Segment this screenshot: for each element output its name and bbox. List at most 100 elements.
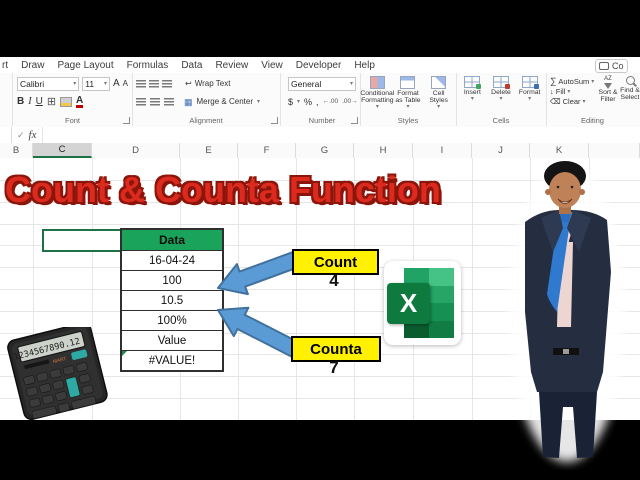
shrink-font-button[interactable]: A [123,79,128,88]
tab-insert-partial[interactable]: rt [2,60,8,71]
comments-button[interactable]: Co [595,59,628,73]
fill-color-button[interactable] [60,96,73,107]
clear-button[interactable]: ⌫ Clear ▾ [550,96,598,106]
error-indicator [122,351,127,356]
chevron-down-icon: ▾ [591,78,595,85]
editing-group: ∑ AutoSum ▾ ↓ Fill ▾ ⌫ Clear ▾ AZ Sort &… [546,73,640,126]
format-cells-icon [521,76,539,89]
font-color-button[interactable]: A [76,95,84,108]
dialog-launcher-icon[interactable] [351,117,358,124]
fill-button[interactable]: ↓ Fill ▾ [550,86,598,96]
autosum-button[interactable]: ∑ AutoSum ▾ [550,76,598,86]
tab-formulas[interactable]: Formulas [127,60,169,71]
cell-styles-label: Cell Styles [429,90,448,105]
sort-filter-label: Sort & Filter [598,89,618,104]
ribbon-tab-row: rt Draw Page Layout Formulas Data Review… [0,57,640,73]
tab-view[interactable]: View [261,60,283,71]
count-label: Count [313,253,358,271]
counta-value: 7 [329,358,339,377]
font-name-value: Calibri [20,78,45,89]
delete-cells-icon [492,76,510,89]
bold-button[interactable]: B [17,96,24,107]
merge-center-button[interactable]: Merge & Center [197,97,253,106]
chevron-down-icon: ▾ [470,96,474,103]
dialog-launcher-icon[interactable] [123,117,130,124]
cell-styles-icon [431,76,447,89]
fx-icon[interactable]: fx [29,129,37,141]
format-as-table-button[interactable]: Format as Table ▾ [393,76,423,112]
align-right-button[interactable] [164,97,174,106]
decrease-decimal-button[interactable]: .00→ [342,98,358,105]
delete-label: Delete [491,89,511,96]
cells-group: Insert ▾ Delete ▾ Format ▾ Cells [456,73,547,126]
delete-cells-button[interactable]: Delete ▾ [488,76,514,103]
currency-button[interactable]: $ [288,97,293,107]
conditional-formatting-button[interactable]: Conditional Formatting ▾ [360,76,395,112]
tab-developer[interactable]: Developer [296,60,342,71]
cell-styles-button[interactable]: Cell Styles ▾ [424,76,454,112]
dialog-launcher-icon[interactable] [271,117,278,124]
tab-help[interactable]: Help [354,60,375,71]
column-header-F[interactable]: F [238,143,296,158]
align-middle-button[interactable] [149,79,159,88]
chevron-down-icon: ▾ [437,104,441,111]
tab-draw[interactable]: Draw [21,60,44,71]
number-format-select[interactable]: General ▾ [288,76,356,91]
column-header-B[interactable]: B [0,143,33,158]
excel-logo: X [384,261,461,345]
number-group: General ▾ $ ▾ % , ←.00 .00→ Number [284,73,361,126]
borders-button[interactable]: ⊞ [47,96,56,107]
clear-icon: ⌫ [550,96,561,106]
increase-decimal-button[interactable]: ←.00 [323,98,339,105]
merge-icon: ▦ [184,96,193,107]
font-name-select[interactable]: Calibri ▾ [17,76,80,91]
chevron-down-icon: ▾ [73,81,77,87]
chevron-down-icon: ▾ [297,99,301,105]
formula-input[interactable] [41,127,640,143]
thumbnail-stage: rt Draw Page Layout Formulas Data Review… [0,0,640,480]
comma-style-button[interactable]: , [316,97,319,107]
name-box-partial[interactable] [0,127,12,143]
column-header-H[interactable]: H [354,143,413,158]
calculator-image: 1234567890.12 MART [7,327,108,420]
page-title: Count & Counta Function [5,169,441,210]
format-cells-button[interactable]: Format ▾ [517,76,543,103]
grow-font-button[interactable]: A [113,78,120,89]
alignment-group-label: Alignment [189,116,223,125]
column-header-E[interactable]: E [180,143,238,158]
align-center-button[interactable] [150,97,160,106]
percent-button[interactable]: % [304,97,312,107]
sort-filter-button[interactable]: AZ Sort & Filter [598,76,618,104]
autosum-label: AutoSum [558,76,590,86]
font-size-select[interactable]: 11 ▾ [82,76,110,91]
align-left-button[interactable] [136,97,146,106]
conditional-formatting-label: Conditional Formatting [360,90,395,105]
chevron-down-icon: ▾ [375,104,379,111]
underline-button[interactable]: U [36,96,43,107]
wrap-text-button[interactable]: Wrap Text [195,79,231,88]
excel-x-icon: X [387,283,430,324]
enter-check-icon[interactable]: ✓ [17,130,25,141]
italic-button[interactable]: I [28,96,31,107]
tab-review[interactable]: Review [215,60,248,71]
search-icon [625,76,635,85]
tab-page-layout[interactable]: Page Layout [57,60,113,71]
column-header-G[interactable]: G [296,143,354,158]
font-group: Calibri ▾ 11 ▾ A A B I U ⊞ A Font [12,73,133,126]
format-as-table-icon [400,76,416,89]
find-select-label: Find & Select [620,87,640,102]
tab-data[interactable]: Data [181,60,202,71]
align-bottom-button[interactable] [162,79,172,88]
align-top-button[interactable] [136,79,146,88]
insert-cells-button[interactable]: Insert ▾ [459,76,485,103]
column-header-I[interactable]: I [413,143,472,158]
presenter-photo [509,161,625,462]
column-header-C[interactable]: C [33,143,92,158]
selected-cell[interactable] [42,229,122,252]
find-select-button[interactable]: Find & Select [620,76,640,104]
number-format-value: General [291,78,322,89]
ribbon: Calibri ▾ 11 ▾ A A B I U ⊞ A Font ↩ Wrap… [0,73,640,128]
insert-cells-icon [464,76,482,89]
column-header-D[interactable]: D [92,143,180,158]
conditional-formatting-icon [369,76,385,89]
